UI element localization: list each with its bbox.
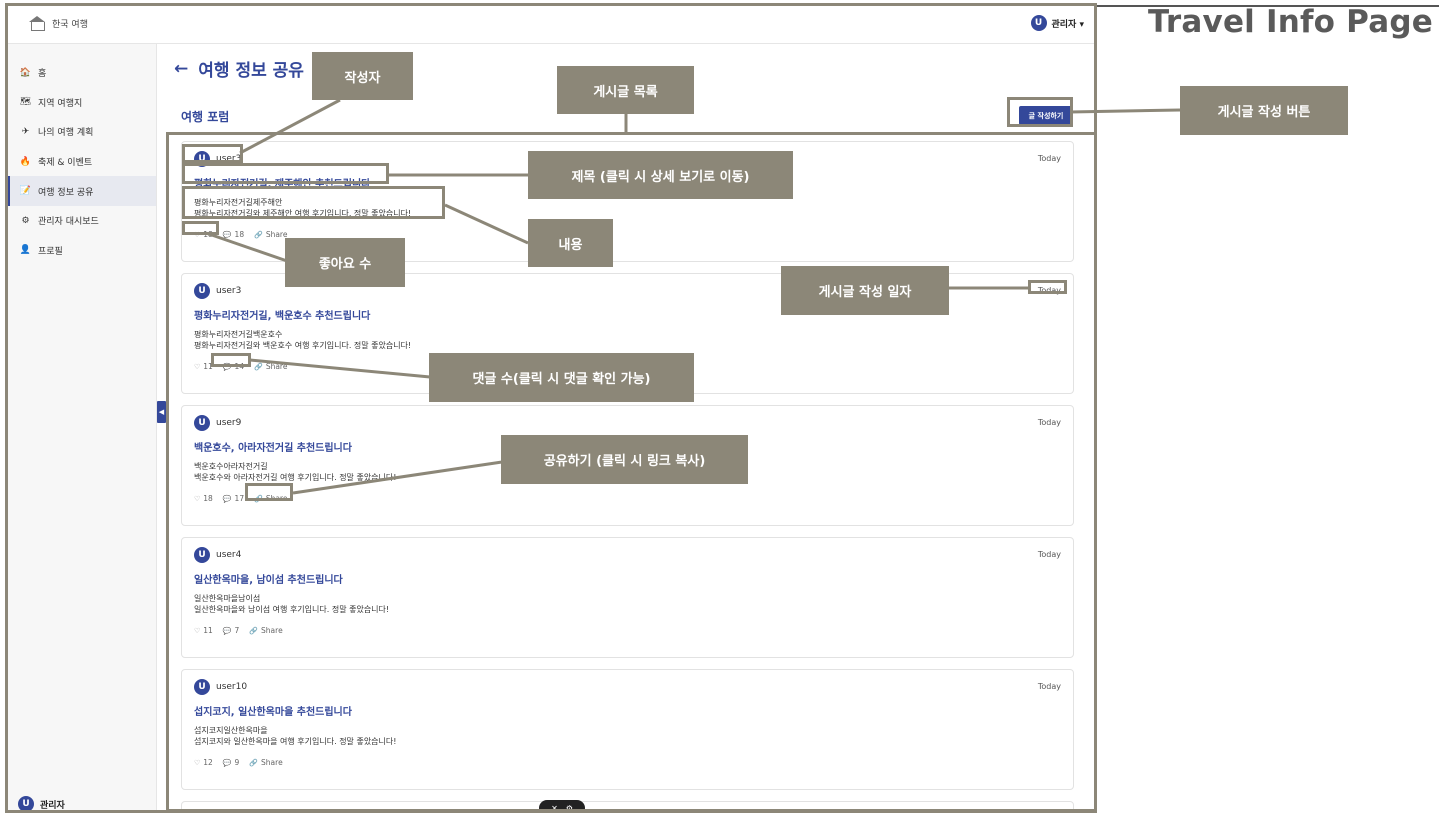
sidebar-user-name: 관리자 [40,800,65,811]
annotation-write-button: 게시글 작성 버튼 [1180,86,1348,135]
sidebar-item-label: 여행 정보 공유 [38,187,94,198]
sidebar-item-label: 관리자 대시보드 [38,217,99,228]
sidebar-item-label: 나의 여행 계획 [38,128,94,139]
sidebar-item[interactable]: 🏠 홈 [8,58,156,88]
sidebar-item-label: 지역 여행지 [38,98,83,109]
back-arrow-icon[interactable]: ← [174,59,188,79]
comments-highlight [211,353,251,367]
avatar: U [1030,15,1047,31]
sidebar-item[interactable]: 🗺 지역 여행지 [8,88,156,118]
sidebar-item-label: 프로필 [38,246,63,257]
share-highlight [245,483,293,501]
sidebar-item[interactable]: ✈ 나의 여행 계획 [8,117,156,147]
user-menu[interactable]: U 관리자 ▾ [1030,15,1085,31]
title-highlight [182,163,389,184]
sidebar-item[interactable]: 🔥 축제 & 이벤트 [8,147,156,177]
annotation-content: 내용 [528,219,613,267]
plane-icon: ✈ [21,126,30,137]
top-bar: 한국 여행 U 관리자 ▾ [8,6,1094,44]
author-highlight [182,144,243,163]
avatar: U [18,796,34,810]
likes-highlight [182,221,219,235]
forum-title: 여행 포럼 [181,110,230,124]
date-highlight [1028,280,1067,294]
note-icon: 📝 [19,186,32,197]
home-icon: 🏠 [19,67,32,78]
gear-icon: ⚙ [21,215,30,226]
annotation-share: 공유하기 (클릭 시 링크 복사) [501,435,748,484]
brand[interactable]: 한국 여행 [28,16,88,31]
person-icon: 👤 [19,245,32,256]
map-icon: 🗺 [19,97,32,108]
annotation-date: 게시글 작성 일자 [781,266,949,315]
sidebar-user[interactable]: U 관리자 [18,796,65,811]
user-menu-label: 관리자 ▾ [1051,19,1085,30]
sidebar-item[interactable]: 📝 여행 정보 공유 [8,176,156,206]
sidebar: 🏠 홈 🗺 지역 여행지 ✈ 나의 여행 계획 🔥 축제 & 이벤트 📝 여행 정보 공유 ⚙ 관리자… [8,44,157,811]
write-button-highlight [1007,97,1073,127]
annotation-comments: 댓글 수(클릭 시 댓글 확인 가능) [429,353,694,402]
annotation-post-list: 게시글 목록 [557,66,694,114]
page-heading: Travel Info Page [1147,4,1433,40]
sidebar-item[interactable]: 👤 프로필 [8,236,156,266]
page-title: ← 여행 정보 공유 [174,56,304,82]
brand-name: 한국 여행 [52,20,88,30]
content-highlight [182,186,445,219]
annotation-author: 작성자 [312,52,413,100]
sidebar-collapse-button[interactable]: ◀ [157,401,166,423]
sidebar-item[interactable]: ⚙ 관리자 대시보드 [8,206,156,236]
annotation-likes: 좋아요 수 [285,238,405,287]
sidebar-item-label: 축제 & 이벤트 [38,158,93,169]
sidebar-item-label: 홈 [38,69,47,80]
house-logo-icon [28,16,46,31]
page-title-text: 여행 정보 공유 [198,61,304,81]
fire-icon: 🔥 [19,156,32,167]
annotation-title: 제목 (클릭 시 상세 보기로 이동) [528,151,793,199]
